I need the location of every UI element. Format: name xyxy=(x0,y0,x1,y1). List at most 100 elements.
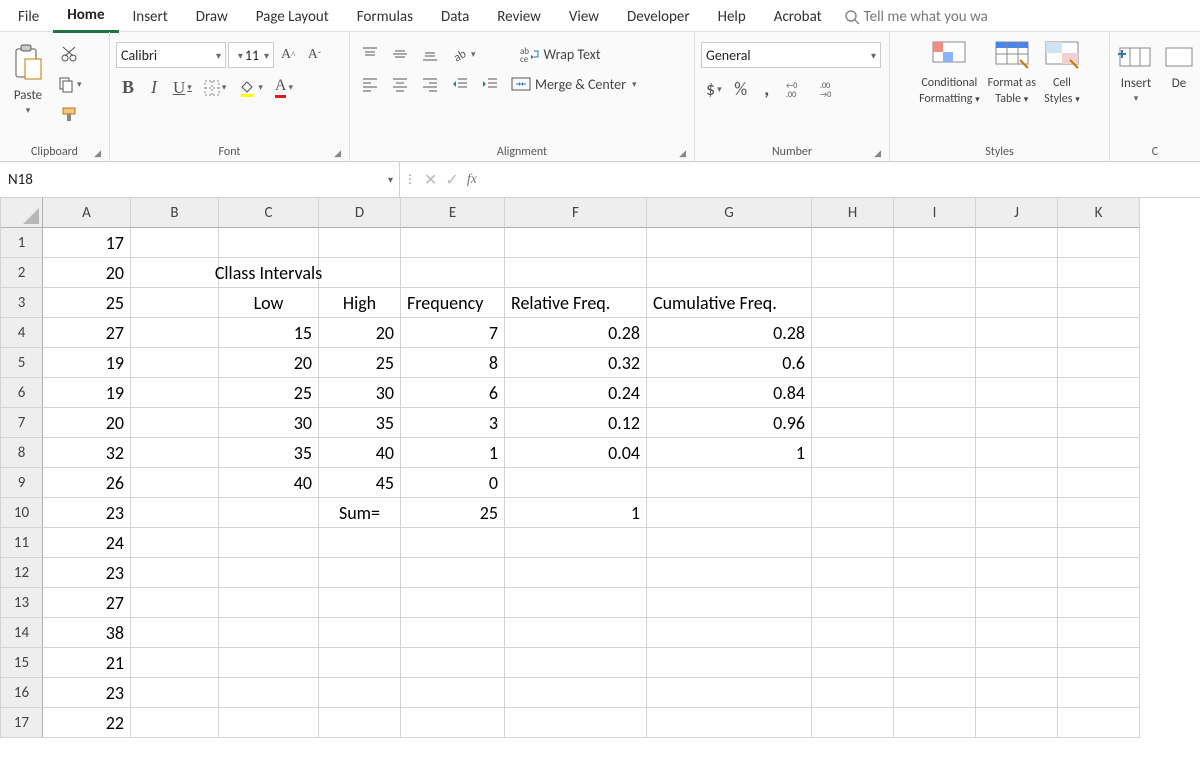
conditional-formatting-button[interactable]: Conditional Formatting ▾ xyxy=(919,40,980,106)
align-left-button[interactable] xyxy=(356,72,384,96)
cell[interactable]: 23 xyxy=(43,678,131,708)
cell[interactable] xyxy=(894,348,976,378)
tab-insert[interactable]: Insert xyxy=(119,2,182,32)
cell[interactable] xyxy=(894,648,976,678)
cell[interactable]: 0.6 xyxy=(647,348,812,378)
cell[interactable]: 1 xyxy=(505,498,647,528)
cell[interactable] xyxy=(812,498,894,528)
cell[interactable] xyxy=(894,498,976,528)
cell[interactable] xyxy=(894,588,976,618)
cell[interactable] xyxy=(976,348,1058,378)
cell[interactable]: 25 xyxy=(43,288,131,318)
row-header[interactable]: 1 xyxy=(1,228,43,258)
cell[interactable] xyxy=(976,408,1058,438)
cell[interactable] xyxy=(1058,438,1140,468)
cell[interactable] xyxy=(131,258,219,288)
cell[interactable] xyxy=(319,618,401,648)
clipboard-launcher[interactable]: ◢ xyxy=(94,148,101,159)
align-center-button[interactable] xyxy=(386,72,414,96)
alignment-launcher[interactable]: ◢ xyxy=(679,148,686,159)
cell[interactable] xyxy=(319,648,401,678)
copy-button[interactable]: ▾ xyxy=(52,72,87,96)
cell[interactable] xyxy=(319,588,401,618)
row-header[interactable]: 9 xyxy=(1,468,43,498)
tab-acrobat[interactable]: Acrobat xyxy=(760,2,836,32)
cell[interactable] xyxy=(505,648,647,678)
cell[interactable] xyxy=(505,588,647,618)
cell[interactable]: 0.84 xyxy=(647,378,812,408)
percent-format-button[interactable]: % xyxy=(729,75,753,103)
font-name-combo[interactable]: Calibri▾ xyxy=(116,42,226,68)
cell[interactable] xyxy=(1058,528,1140,558)
cell[interactable]: 45 xyxy=(319,468,401,498)
cell[interactable] xyxy=(319,678,401,708)
cell[interactable] xyxy=(647,258,812,288)
cell[interactable] xyxy=(976,588,1058,618)
cell[interactable] xyxy=(1058,618,1140,648)
row-header[interactable]: 12 xyxy=(1,558,43,588)
cell[interactable]: 21 xyxy=(43,648,131,678)
cell[interactable] xyxy=(647,708,812,738)
cell[interactable]: 27 xyxy=(43,588,131,618)
formula-input[interactable] xyxy=(481,162,1200,197)
tab-home[interactable]: Home xyxy=(53,0,118,33)
align-middle-button[interactable] xyxy=(386,42,414,66)
cell[interactable] xyxy=(1058,708,1140,738)
row-header[interactable]: 13 xyxy=(1,588,43,618)
number-launcher[interactable]: ◢ xyxy=(874,148,881,159)
cell[interactable]: Low xyxy=(219,288,319,318)
cell[interactable] xyxy=(131,318,219,348)
cell[interactable]: Cumulative Freq. xyxy=(647,288,812,318)
column-header[interactable]: E xyxy=(401,198,505,228)
cell[interactable]: High xyxy=(319,288,401,318)
cell[interactable]: Relative Freq. xyxy=(505,288,647,318)
row-header[interactable]: 10 xyxy=(1,498,43,528)
cell[interactable] xyxy=(812,648,894,678)
cell[interactable] xyxy=(976,528,1058,558)
cell[interactable] xyxy=(401,528,505,558)
fill-color-button[interactable]: ▾ xyxy=(233,76,268,100)
tab-review[interactable]: Review xyxy=(483,2,555,32)
cell[interactable] xyxy=(131,648,219,678)
row-header[interactable]: 4 xyxy=(1,318,43,348)
cell[interactable]: 32 xyxy=(43,438,131,468)
cell[interactable] xyxy=(894,258,976,288)
cell[interactable] xyxy=(812,228,894,258)
merge-center-button[interactable]: Merge & Center▾ xyxy=(506,72,642,96)
increase-indent-button[interactable] xyxy=(476,72,504,96)
cell[interactable] xyxy=(401,258,505,288)
cell[interactable] xyxy=(505,708,647,738)
cell[interactable] xyxy=(647,648,812,678)
cell[interactable]: 20 xyxy=(219,348,319,378)
cell[interactable] xyxy=(812,288,894,318)
cell[interactable] xyxy=(219,648,319,678)
cell[interactable] xyxy=(976,558,1058,588)
increase-font-button[interactable]: A^ xyxy=(276,43,300,67)
cell[interactable] xyxy=(131,618,219,648)
cell[interactable]: 15 xyxy=(219,318,319,348)
cell[interactable]: 27 xyxy=(43,318,131,348)
cell[interactable]: Sum= xyxy=(319,498,401,528)
cell[interactable]: 19 xyxy=(43,348,131,378)
orientation-button[interactable]: ab▾ xyxy=(446,42,481,66)
cut-button[interactable] xyxy=(55,42,83,66)
formula-options-icon[interactable]: ⋮ xyxy=(404,172,416,187)
row-header[interactable]: 3 xyxy=(1,288,43,318)
tab-view[interactable]: View xyxy=(555,2,613,32)
cell[interactable] xyxy=(401,618,505,648)
decrease-font-button[interactable]: Aˇ xyxy=(302,43,326,67)
decrease-indent-button[interactable] xyxy=(446,72,474,96)
cell[interactable] xyxy=(219,618,319,648)
cell[interactable] xyxy=(131,498,219,528)
cell[interactable] xyxy=(219,708,319,738)
cell[interactable] xyxy=(1058,648,1140,678)
column-header[interactable]: I xyxy=(894,198,976,228)
cell[interactable] xyxy=(812,708,894,738)
cell[interactable] xyxy=(131,228,219,258)
cell[interactable] xyxy=(812,348,894,378)
cell[interactable] xyxy=(812,558,894,588)
comma-format-button[interactable]: , xyxy=(755,74,779,104)
cell[interactable]: 35 xyxy=(219,438,319,468)
cell[interactable] xyxy=(812,588,894,618)
cell[interactable]: 0.28 xyxy=(647,318,812,348)
